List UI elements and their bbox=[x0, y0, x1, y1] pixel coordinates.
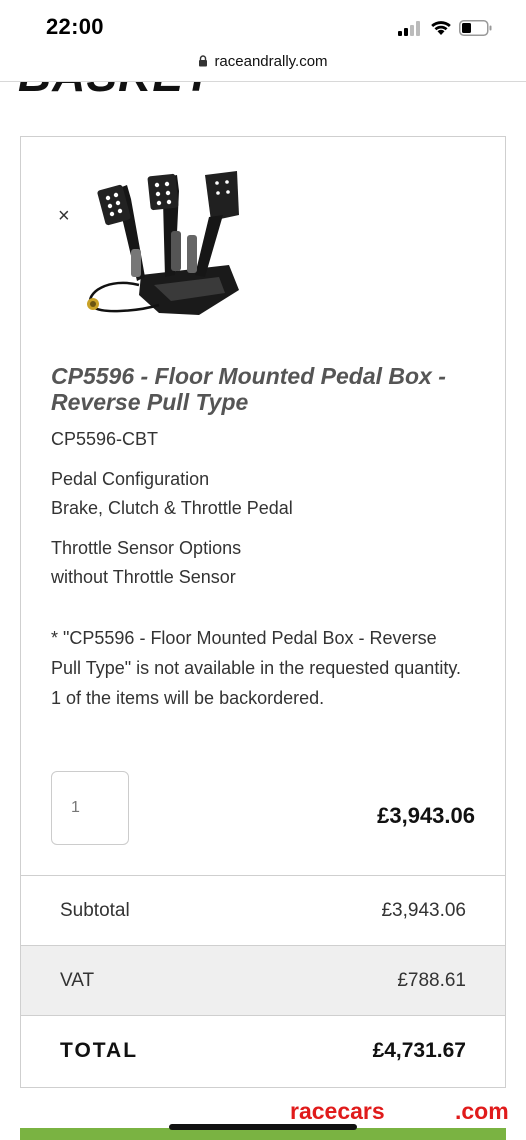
address-bar-divider bbox=[0, 81, 526, 82]
option-value: Brake, Clutch & Throttle Pedal bbox=[51, 498, 293, 518]
total-value: £4,731.67 bbox=[372, 1039, 466, 1062]
option-name: Pedal Configuration bbox=[51, 469, 210, 489]
option-throttle-sensor: Throttle Sensor Options without Throttle… bbox=[51, 534, 241, 592]
option-name: Throttle Sensor Options bbox=[51, 538, 242, 558]
basket-item-card: × CP5596 - Floor Mounted Pedal Box - Rev… bbox=[20, 136, 506, 1088]
product-sku: CP5596-CBT bbox=[51, 429, 159, 449]
lock-icon bbox=[199, 55, 208, 67]
option-value: without Throttle Sensor bbox=[51, 567, 236, 587]
remove-item-button[interactable]: × bbox=[58, 205, 70, 228]
product-title[interactable]: CP5596 - Floor Mounted Pedal Box - Rever… bbox=[51, 363, 471, 415]
line-item-price: £3,943.06 bbox=[377, 803, 475, 828]
watermark-left: racecars bbox=[290, 1098, 385, 1124]
battery-icon bbox=[459, 20, 492, 36]
quantity-input[interactable]: 1 bbox=[51, 771, 129, 845]
vat-value: £788.61 bbox=[397, 970, 466, 991]
backorder-notice: * "CP5596 - Floor Mounted Pedal Box - Re… bbox=[51, 628, 461, 708]
address-bar[interactable]: raceandrally.com bbox=[0, 50, 526, 80]
home-indicator[interactable] bbox=[169, 1124, 357, 1130]
vat-label: VAT bbox=[60, 970, 95, 991]
watermark-right: .com bbox=[455, 1098, 509, 1124]
subtotal-label: Subtotal bbox=[60, 900, 130, 921]
pedal-box-product-image bbox=[87, 171, 239, 315]
option-pedal-configuration: Pedal Configuration Brake, Clutch & Thro… bbox=[51, 465, 293, 523]
vat-row: VAT £788.61 bbox=[21, 945, 505, 1015]
status-time: 22:00 bbox=[46, 14, 104, 39]
wifi-icon bbox=[431, 21, 451, 35]
subtotal-row: Subtotal £3,943.06 bbox=[21, 875, 505, 945]
total-row: TOTAL £4,731.67 bbox=[21, 1015, 505, 1087]
cellular-signal-icon bbox=[398, 20, 422, 36]
status-bar: 22:00 bbox=[0, 0, 526, 50]
url-text: raceandrally.com bbox=[214, 53, 328, 70]
total-label: TOTAL bbox=[60, 1039, 139, 1062]
subtotal-value: £3,943.06 bbox=[381, 900, 466, 921]
